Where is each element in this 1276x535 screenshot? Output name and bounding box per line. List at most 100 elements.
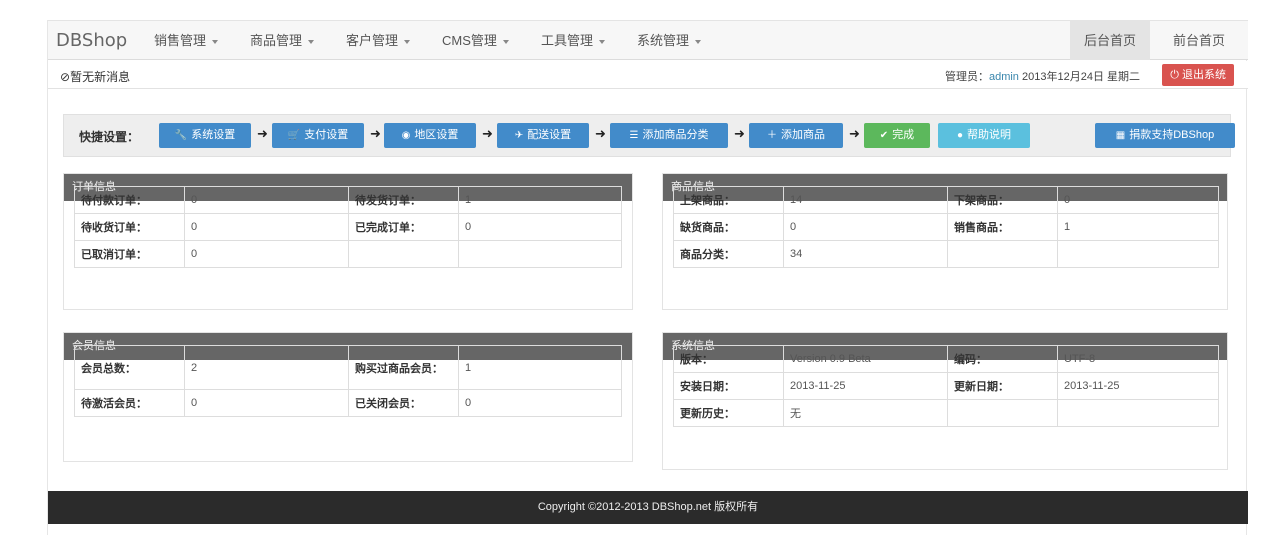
menu-label: 客户管理 <box>346 33 399 48</box>
table-value: 0 <box>184 389 349 417</box>
system-info-table: 版本： Version 0.9 Beta 编码： UTF-8 安装日期： 201… <box>673 345 1219 427</box>
table-row: 会员总数： 2 购买过商品会员： 1 <box>74 345 622 390</box>
table-key: 会员总数： <box>74 345 185 390</box>
info-icon: ● <box>956 130 964 141</box>
menu-label: 工具管理 <box>540 33 593 48</box>
table-key: 已完成订单： <box>348 213 459 241</box>
admin-info: 管理员：admin 2013年12月24日 星期二 <box>945 68 1140 84</box>
menu-cms[interactable]: CMS管理 <box>442 21 509 61</box>
table-key: 上架商品： <box>673 186 784 214</box>
table-row: 上架商品： 14 下架商品： 0 <box>673 186 1219 214</box>
table-value: 0 <box>458 389 622 417</box>
table-key <box>947 240 1058 268</box>
logout-button[interactable]: ⏻ 退出系统 <box>1162 64 1234 86</box>
order-info-panel: 订单信息 待付款订单： 0 待发货订单： 1 待收货订单： 0 已完成订单： 0… <box>63 173 633 310</box>
table-value: 0 <box>184 240 349 268</box>
donate-button[interactable]: ▦ 捐款支持DBShop <box>1095 123 1235 148</box>
region-settings-button[interactable]: ◉ 地区设置 <box>384 123 476 148</box>
table-key <box>348 240 459 268</box>
menu-customers[interactable]: 客户管理 <box>346 21 411 61</box>
brand-logo[interactable]: DBShop <box>56 30 127 51</box>
menu-tools[interactable]: 工具管理 <box>541 21 605 61</box>
menu-system[interactable]: 系统管理 <box>637 21 701 61</box>
button-label: 地区设置 <box>414 129 459 141</box>
plus-icon: ＋ <box>767 130 777 141</box>
system-info-panel: 系统信息 版本： Version 0.9 Beta 编码： UTF-8 安装日期… <box>662 332 1228 470</box>
current-date: 2013年12月24日 星期二 <box>1022 71 1140 83</box>
add-goods-button[interactable]: ＋ 添加商品 <box>749 123 843 148</box>
shipping-settings-button[interactable]: ✈ 配送设置 <box>497 123 589 148</box>
wrench-icon: 🔧 <box>174 130 188 141</box>
power-icon: ⏻ <box>1170 69 1182 81</box>
button-label: 完成 <box>892 129 915 141</box>
system-settings-button[interactable]: 🔧 系统设置 <box>159 123 251 148</box>
table-row: 安装日期： 2013-11-25 更新日期： 2013-11-25 <box>673 372 1219 400</box>
table-row: 版本： Version 0.9 Beta 编码： UTF-8 <box>673 345 1219 373</box>
arrow-right-icon: ➜ <box>257 126 268 141</box>
table-key: 版本： <box>673 345 784 373</box>
table-key: 待收货订单： <box>74 213 185 241</box>
menu-goods[interactable]: 商品管理 <box>250 21 315 61</box>
chevron-down-icon <box>598 39 605 44</box>
table-row: 缺货商品： 0 销售商品： 1 <box>673 213 1219 241</box>
button-label: 添加商品分类 <box>642 129 709 141</box>
menu-label: 商品管理 <box>250 33 303 48</box>
plane-icon: ✈ <box>514 130 524 141</box>
table-value <box>1057 240 1219 268</box>
menu-label: 系统管理 <box>636 33 689 48</box>
main-menu: 销售管理 商品管理 客户管理 CMS管理 工具管理 系统管理 <box>154 21 733 61</box>
chevron-down-icon <box>502 39 509 44</box>
table-row: 待付款订单： 0 待发货订单： 1 <box>74 186 622 214</box>
table-value <box>1057 399 1219 427</box>
payment-settings-button[interactable]: 🛒 支付设置 <box>272 123 364 148</box>
message-text: 暂无新消息 <box>70 70 131 84</box>
frontend-home-link[interactable]: 前台首页 <box>1150 21 1248 60</box>
admin-prefix: 管理员： <box>944 71 989 83</box>
table-row: 待收货订单： 0 已完成订单： 0 <box>74 213 622 241</box>
cart-icon: 🛒 <box>287 130 301 141</box>
member-info-table: 会员总数： 2 购买过商品会员： 1 待激活会员： 0 已关闭会员： 0 <box>74 345 622 417</box>
menu-label: CMS管理 <box>442 33 497 48</box>
table-key: 购买过商品会员： <box>348 345 459 390</box>
table-value: UTF-8 <box>1057 345 1219 373</box>
admin-name-link[interactable]: admin <box>989 71 1019 83</box>
table-value: 34 <box>783 240 948 268</box>
add-category-button[interactable]: ☰ 添加商品分类 <box>610 123 728 148</box>
grid-icon: ▦ <box>1115 130 1126 141</box>
menu-sales[interactable]: 销售管理 <box>154 21 219 61</box>
table-key: 安装日期： <box>673 372 784 400</box>
list-icon: ☰ <box>629 130 639 141</box>
table-value: 2013-11-25 <box>1057 372 1219 400</box>
help-button[interactable]: ● 帮助说明 <box>938 123 1030 148</box>
arrow-right-icon: ➜ <box>370 126 381 141</box>
table-key: 缺货商品： <box>673 213 784 241</box>
ban-icon: ⊘ <box>60 70 71 84</box>
table-value: 0 <box>783 213 948 241</box>
table-value: 无 <box>783 399 948 427</box>
table-key: 待激活会员： <box>74 389 185 417</box>
arrow-right-icon: ➜ <box>849 126 860 141</box>
footer-copyright: Copyright ©2012-2013 DBShop.net 版权所有 <box>48 491 1248 524</box>
table-value: 0 <box>458 213 622 241</box>
table-value: 1 <box>1057 213 1219 241</box>
table-key: 更新历史： <box>673 399 784 427</box>
table-value: 2 <box>184 345 349 390</box>
table-value: 2013-11-25 <box>783 372 948 400</box>
table-row: 更新历史： 无 <box>673 399 1219 427</box>
table-value <box>458 240 622 268</box>
button-label: 添加商品 <box>781 129 825 141</box>
table-value: 0 <box>1057 186 1219 214</box>
table-value: 0 <box>184 186 349 214</box>
globe-icon: ◉ <box>401 130 411 141</box>
table-key: 销售商品： <box>947 213 1058 241</box>
backend-home-link[interactable]: 后台首页 <box>1070 21 1150 60</box>
logout-label: 退出系统 <box>1182 69 1226 81</box>
finish-button[interactable]: ✔ 完成 <box>864 123 930 148</box>
table-key: 待发货订单： <box>348 186 459 214</box>
table-row: 商品分类： 34 <box>673 240 1219 268</box>
goods-info-panel: 商品信息 上架商品： 14 下架商品： 0 缺货商品： 0 销售商品： 1 商品… <box>662 173 1228 310</box>
table-value: 14 <box>783 186 948 214</box>
table-value: 1 <box>458 345 622 390</box>
chevron-down-icon <box>404 39 411 44</box>
top-navbar: DBShop 销售管理 商品管理 客户管理 CMS管理 工具管理 系统管理 后台… <box>48 20 1248 60</box>
